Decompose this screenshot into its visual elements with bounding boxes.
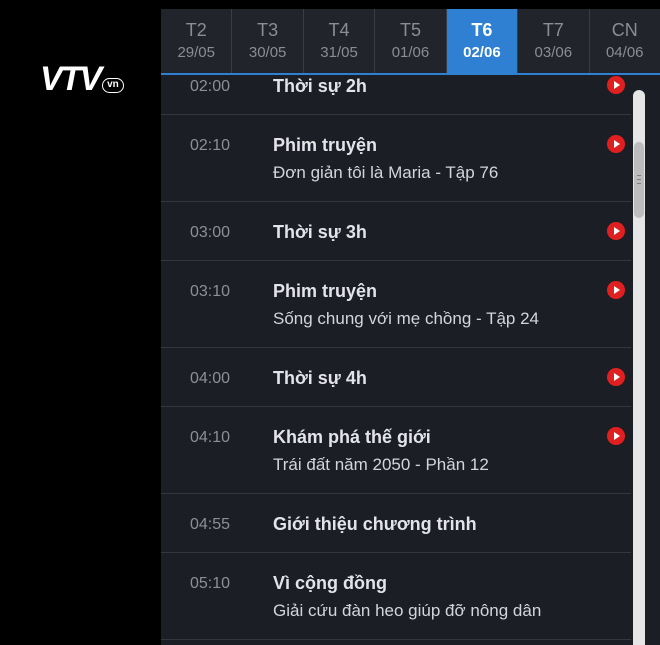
play-circle-icon[interactable] [607,427,625,445]
program-title: Giới thiệu chương trình [273,514,477,534]
program-episode: Đơn giản tôi là Maria - Tập 76 [273,163,499,182]
tab-date-label: 04/06 [605,43,644,61]
tab-date-label: 01/06 [391,43,430,61]
tab-day-0[interactable]: T2 29/05 [161,9,233,73]
schedule-row[interactable]: 04:00 Thời sự 4h [161,348,631,407]
schedule-list-viewport[interactable]: 02:00 Thời sự 2h 02:10 Phim truyện Đơn g… [161,75,631,645]
program-title: Thời sự 2h [273,76,367,96]
play-circle-icon[interactable] [607,135,625,153]
play-circle-icon[interactable] [607,222,625,240]
tabs-top-gap [161,0,660,9]
program-time: 02:00 [190,78,231,95]
tab-date-label: 31/05 [320,43,358,61]
tab-day-1[interactable]: T3 30/05 [232,9,304,73]
schedule-row[interactable]: 03:00 Thời sự 3h [161,202,631,261]
play-circle-icon[interactable] [607,281,625,299]
program-title: Thời sự 3h [273,222,367,242]
schedule-row[interactable]: 04:55 Giới thiệu chương trình [161,494,631,553]
tab-day-label: T3 [257,19,279,40]
tab-day-label: T7 [542,19,564,40]
schedule-scrollbar[interactable] [633,90,645,645]
scroll-grip-icon [637,175,641,184]
tab-day-label: T4 [328,19,350,40]
schedule-row[interactable]: 02:00 Thời sự 2h [161,75,631,115]
tab-day-6[interactable]: CN 04/06 [590,9,660,73]
schedule-list: 02:00 Thời sự 2h 02:10 Phim truyện Đơn g… [161,75,631,640]
vtv-logo[interactable]: VTV vn [40,62,124,96]
program-title: Khám phá thế giới [273,427,431,447]
tab-date-label: 29/05 [177,43,215,61]
play-circle-icon[interactable] [607,76,625,94]
program-time: 05:10 [190,575,231,592]
program-time: 04:00 [190,370,231,387]
tab-day-3[interactable]: T5 01/06 [375,9,447,73]
tab-date-label: 30/05 [248,43,287,61]
program-episode: Sống chung với mẹ chồng - Tập 24 [273,309,539,328]
tab-day-label: T5 [399,19,421,40]
logo-domain-badge: vn [102,78,124,93]
schedule-panel: T2 29/05 T3 30/05 T4 31/05 T5 01/06 T6 0… [161,0,660,645]
program-title: Phim truyện [273,281,378,301]
program-time: 04:10 [190,429,231,446]
program-time: 04:55 [190,516,231,533]
schedule-row[interactable]: 04:10 Khám phá thế giới Trái đất năm 205… [161,407,631,494]
schedule-row[interactable]: 03:10 Phim truyện Sống chung với mẹ chồn… [161,261,631,348]
app-root: VTV vn T2 29/05 T3 30/05 T4 31/05 T5 01/… [0,0,660,645]
scrollbar-thumb[interactable] [634,142,644,218]
program-episode: Trái đất năm 2050 - Phần 12 [273,455,489,474]
tab-day-label: T2 [185,19,207,40]
tab-day-label: T6 [471,19,493,40]
tab-day-label: CN [611,19,638,40]
tab-day-5[interactable]: T7 03/06 [518,9,590,73]
program-time: 03:00 [190,224,231,241]
program-time: 03:10 [190,283,231,300]
tab-day-2[interactable]: T4 31/05 [304,9,376,73]
tab-date-label: 03/06 [534,43,573,61]
logo-text: VTV [40,60,102,98]
day-tabs: T2 29/05 T3 30/05 T4 31/05 T5 01/06 T6 0… [161,9,660,73]
program-title: Vì cộng đồng [273,573,387,593]
tab-date-label: 02/06 [463,43,501,61]
schedule-row[interactable]: 02:10 Phim truyện Đơn giản tôi là Maria … [161,115,631,202]
play-circle-icon[interactable] [607,368,625,386]
brand-sidebar: VTV vn [0,0,160,645]
program-episode: Giải cứu đàn heo giúp đỡ nông dân [273,601,542,620]
program-title: Phim truyện [273,135,378,155]
program-time: 02:10 [190,137,231,154]
program-title: Thời sự 4h [273,368,367,388]
tab-day-4-active[interactable]: T6 02/06 [446,9,519,73]
schedule-row[interactable]: 05:10 Vì cộng đồng Giải cứu đàn heo giúp… [161,553,631,640]
